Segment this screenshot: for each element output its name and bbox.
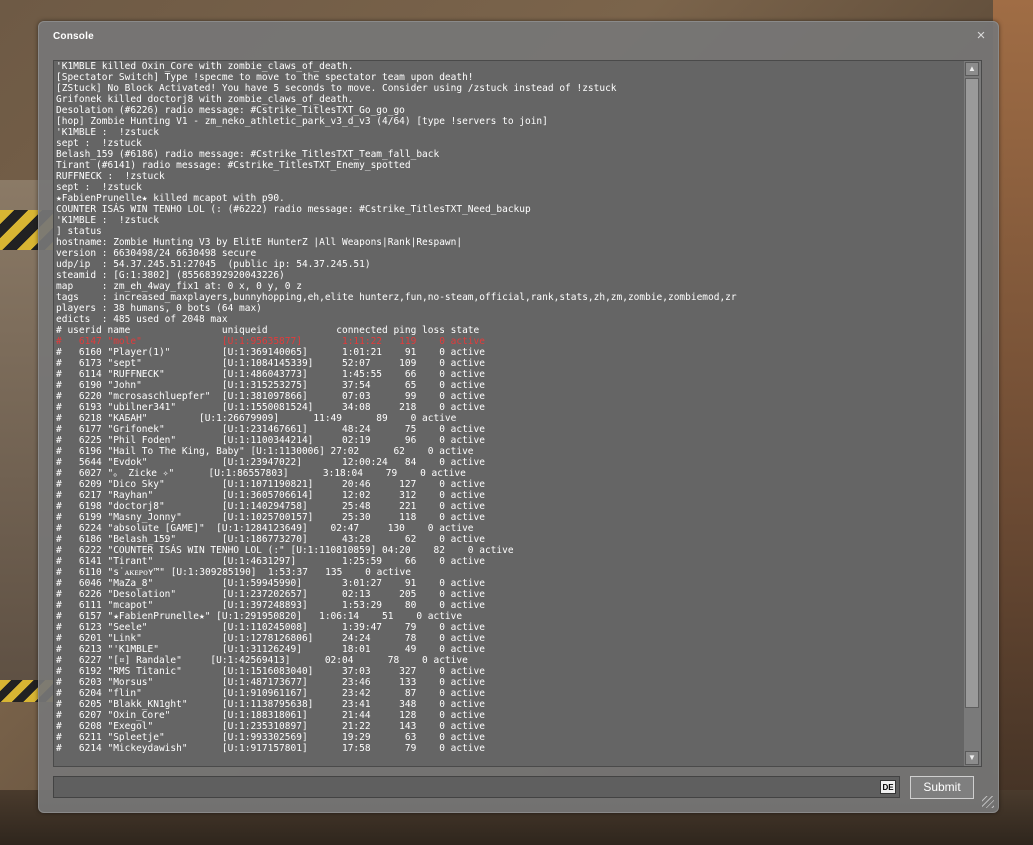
log-line: [hop] Zombie Hunting V1 - zm_neko_athlet…	[56, 116, 548, 127]
log-line: # 6141 "Tirant" [U:1:4631297] 1:25:59 66…	[56, 556, 485, 567]
log-line: # 6123 "Seele" [U:1:110245008] 1:39:47 7…	[56, 622, 485, 633]
log-line: # 6192 "RMS Titanic" [U:1:1516083040] 37…	[56, 666, 485, 677]
log-line: # 6199 "Masny_Jonny" [U:1:1025700157] 25…	[56, 512, 485, 523]
console-log-area[interactable]: 'K1MBLE killed Oxin_Core with zombie_cla…	[53, 60, 982, 767]
log-line: # 6224 "absolute [GAME]" [U:1:1284123649…	[56, 523, 474, 534]
console-title: Console	[53, 31, 94, 42]
log-line: sept : !zstuck	[56, 182, 142, 193]
log-line: RUFFNECK : !zstuck	[56, 171, 165, 182]
log-line: # 6218 "КАБАН" [U:1:26679909] 11:49 89 0…	[56, 413, 457, 424]
log-line: steamid : [G:1:3802] (85568392920043226)	[56, 270, 285, 281]
console-window: Console × 'K1MBLE killed Oxin_Core with …	[38, 21, 999, 813]
arrow-down-icon[interactable]: ▼	[965, 751, 979, 765]
log-line: # 6046 "MaZa_8" [U:1:59945990] 3:01:27 9…	[56, 578, 485, 589]
log-line: # 6222 "COUNTER ISÁS WIN TENHO LOL (:" […	[56, 545, 514, 556]
log-line: # 6203 "Morsus" [U:1:487173677] 23:46 13…	[56, 677, 485, 688]
log-line: # 6147 "mole" [U:1:95635877] 1:11:22 119…	[56, 336, 485, 347]
log-line: # 6214 "Mickeydawish" [U:1:917157801] 17…	[56, 743, 485, 754]
scrollbar[interactable]: ▲ ▼	[964, 61, 981, 766]
log-line: # 6225 "Phil Foden" [U:1:1100344214] 02:…	[56, 435, 485, 446]
log-line: Grifonek killed doctorj8 with zombie_cla…	[56, 94, 354, 105]
log-line: # 5644 "Evdok" [U:1:23947022] 12:00:24 8…	[56, 457, 485, 468]
log-line: 'K1MBLE : !zstuck	[56, 127, 159, 138]
log-line: # 6173 "sept" [U:1:1084145339] 52:07 109…	[56, 358, 485, 369]
log-line: COUNTER ISÁS WIN TENHO LOL (: (#6222) ra…	[56, 204, 531, 215]
log-line: # 6111 "mcapot" [U:1:397248893] 1:53:29 …	[56, 600, 485, 611]
log-line: players : 38 humans, 0 bots (64 max)	[56, 303, 262, 314]
log-line: # 6213 "'K1MBLE" [U:1:31126249] 18:01 49…	[56, 644, 485, 655]
log-line: # 6190 "John" [U:1:315253275] 37:54 65 0…	[56, 380, 485, 391]
log-line: # 6204 "flin" [U:1:910961167] 23:42 87 0…	[56, 688, 485, 699]
command-input-row: DE	[53, 776, 900, 798]
log-line: tags : increased_maxplayers,bunnyhopping…	[56, 292, 737, 303]
console-log: 'K1MBLE killed Oxin_Core with zombie_cla…	[56, 61, 962, 766]
log-line: # 6027 "。 Zicke ✧" [U:1:86557803] 3:18:0…	[56, 468, 466, 479]
log-line: sept : !zstuck	[56, 138, 142, 149]
log-line: # 6177 "Grifonek" [U:1:231467661] 48:24 …	[56, 424, 485, 435]
background-right-wall	[993, 0, 1033, 845]
log-line: Tirant (#6141) radio message: #Cstrike_T…	[56, 160, 411, 171]
log-line: # 6186 "Belash_159" [U:1:186773270] 43:2…	[56, 534, 485, 545]
log-line: # 6196 "Hail To The King, Baby" [U:1:113…	[56, 446, 474, 457]
log-line: map : zm_eh_4way_fix1 at: 0 x, 0 y, 0 z	[56, 281, 302, 292]
log-line: # userid name uniqueid connected ping lo…	[56, 325, 480, 336]
log-line: udp/ip : 54.37.245.51:27045 (public ip: …	[56, 259, 371, 270]
log-line: # 6209 "Dico Sky" [U:1:1071190821] 20:46…	[56, 479, 485, 490]
arrow-up-icon[interactable]: ▲	[965, 62, 979, 76]
close-icon[interactable]: ×	[974, 28, 988, 43]
resize-grip-icon[interactable]	[982, 796, 994, 808]
log-line: ★FabienPrunelle★ killed mcapot with p90.	[56, 193, 285, 204]
log-line: # 6227 "[¤] Randale" [U:1:42569413] 02:0…	[56, 655, 468, 666]
log-line: # 6217 "Rayhan" [U:1:3605706614] 12:02 3…	[56, 490, 485, 501]
log-line: # 6207 "Oxin_Core" [U:1:188318061] 21:44…	[56, 710, 485, 721]
log-line: hostname: Zombie Hunting V3 by ElitE Hun…	[56, 237, 463, 248]
log-line: 'K1MBLE : !zstuck	[56, 215, 159, 226]
log-line: # 6198 "doctorj8" [U:1:140294758] 25:48 …	[56, 501, 485, 512]
log-line: version : 6630498/24 6630498 secure	[56, 248, 257, 259]
log-line: # 6220 "mcrosaschluepfer" [U:1:381097866…	[56, 391, 485, 402]
log-line: # 6211 "Spleetje" [U:1:993302569] 19:29 …	[56, 732, 485, 743]
log-line: # 6110 "s˙ᴀᴋᴇᴘᴏʏ™" [U:1:309285190] 1:53:…	[56, 567, 411, 578]
log-line: # 6226 "Desolation" [U:1:237202657] 02:1…	[56, 589, 485, 600]
log-line: # 6193 "ubilner341" [U:1:1550081524] 34:…	[56, 402, 485, 413]
log-line: ] status	[56, 226, 102, 237]
log-line: # 6114 "RUFFNECK" [U:1:486043773] 1:45:5…	[56, 369, 485, 380]
scrollbar-thumb[interactable]	[965, 78, 979, 708]
log-line: Desolation (#6226) radio message: #Cstri…	[56, 105, 405, 116]
log-line: # 6201 "Link" [U:1:1278126806] 24:24 78 …	[56, 633, 485, 644]
log-line: Belash_159 (#6186) radio message: #Cstri…	[56, 149, 440, 160]
submit-button[interactable]: Submit	[910, 776, 974, 799]
log-line: edicts : 485 used of 2048 max	[56, 314, 228, 325]
log-line: # 6205 "Blakk_KN1ght" [U:1:1138795638] 2…	[56, 699, 485, 710]
log-line: # 6157 "★FabienPrunelle★" [U:1:291950820…	[56, 611, 463, 622]
command-input[interactable]	[54, 777, 879, 797]
log-line: # 6160 "Player(1)" [U:1:369140065] 1:01:…	[56, 347, 485, 358]
language-indicator: DE	[880, 780, 896, 794]
log-line: # 6208 "Exegol" [U:1:235310897] 21:22 14…	[56, 721, 485, 732]
log-line: 'K1MBLE killed Oxin_Core with zombie_cla…	[56, 61, 354, 72]
log-line: [Spectator Switch] Type !specme to move …	[56, 72, 474, 83]
log-line: [ZStuck] No Block Activated! You have 5 …	[56, 83, 617, 94]
